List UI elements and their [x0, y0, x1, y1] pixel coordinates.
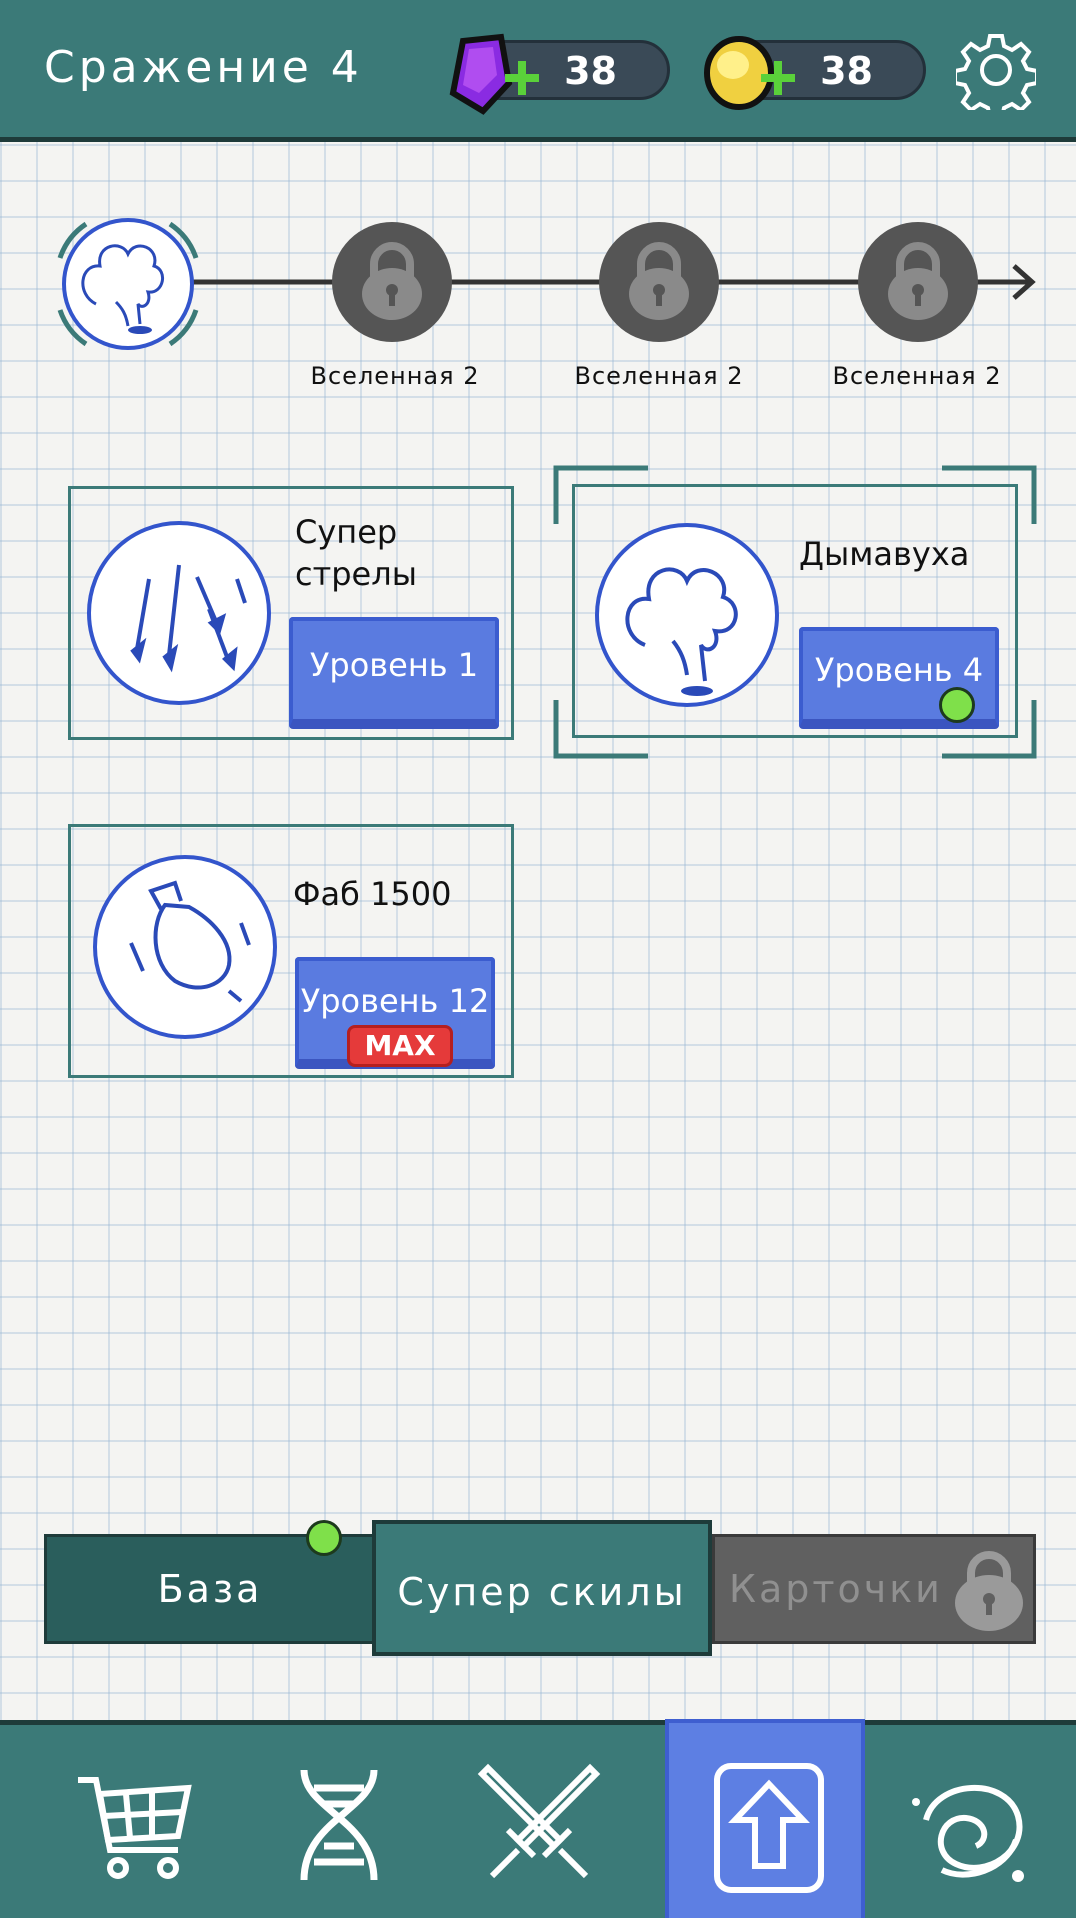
tab-super-skills[interactable]: Супер скилы [372, 1520, 712, 1656]
track-node-current[interactable] [56, 214, 200, 354]
track-node-locked-2[interactable] [597, 220, 721, 344]
nav-shop[interactable] [30, 1725, 230, 1918]
lock-icon [955, 1551, 1023, 1631]
progress-track: Вселенная 2 Вселенная 2 Вселенная 2 [0, 200, 1076, 400]
upgrade-icon [714, 1763, 824, 1893]
smoke-icon [57, 218, 199, 350]
track-node-locked-3[interactable] [856, 220, 980, 344]
track-label-1: Вселенная 2 [310, 362, 480, 390]
swords-icon [477, 1763, 601, 1879]
shop-cart-icon [78, 1777, 192, 1879]
bomb-icon [93, 855, 277, 1039]
settings-gear-icon[interactable] [956, 30, 1036, 110]
max-badge: MAX [347, 1025, 453, 1067]
lock-icon [858, 222, 978, 342]
nav-dna[interactable] [234, 1725, 434, 1918]
notification-dot [939, 687, 975, 723]
track-label-3: Вселенная 2 [832, 362, 1002, 390]
gems-counter[interactable]: 38 [449, 33, 670, 115]
plus-icon[interactable] [759, 59, 797, 97]
nav-galaxy[interactable] [866, 1725, 1066, 1918]
battle-title: Сражение 4 [44, 42, 363, 93]
skill-title: Фаб 1500 [293, 875, 452, 913]
coins-value: 38 [820, 49, 873, 93]
skill-title-line2: стрелы [295, 555, 417, 593]
top-bar: Сражение 4 38 38 [0, 0, 1076, 142]
lock-icon [599, 222, 719, 342]
coins-counter[interactable]: 38 [704, 36, 926, 110]
galaxy-icon [912, 1784, 1024, 1882]
plus-icon[interactable] [503, 59, 541, 97]
notification-dot [306, 1520, 342, 1556]
skill-level-button[interactable]: Уровень 1 [289, 617, 499, 729]
bottom-nav [0, 1719, 1076, 1918]
nav-upgrades[interactable] [665, 1719, 865, 1918]
nav-battle[interactable] [434, 1725, 634, 1918]
skill-title-line1: Супер [295, 513, 398, 551]
track-node-locked-1[interactable] [330, 220, 454, 344]
skill-title: Дымавуха [799, 535, 970, 573]
skill-card-fab1500[interactable]: Фаб 1500 Уровень 12 MAX [68, 824, 514, 1078]
skill-card-smoke[interactable]: Дымавуха Уровень 4 [572, 484, 1018, 738]
skill-card-super-arrows[interactable]: Супер стрелы Уровень 1 [68, 486, 514, 740]
gems-value: 38 [564, 49, 617, 93]
tab-cards-label: Карточки [729, 1567, 943, 1611]
dna-icon [300, 1769, 378, 1881]
tab-cards[interactable]: Карточки [712, 1534, 1036, 1644]
lock-icon [332, 222, 452, 342]
arrows-icon [87, 521, 271, 705]
track-label-2: Вселенная 2 [574, 362, 744, 390]
smoke-icon [595, 523, 779, 707]
